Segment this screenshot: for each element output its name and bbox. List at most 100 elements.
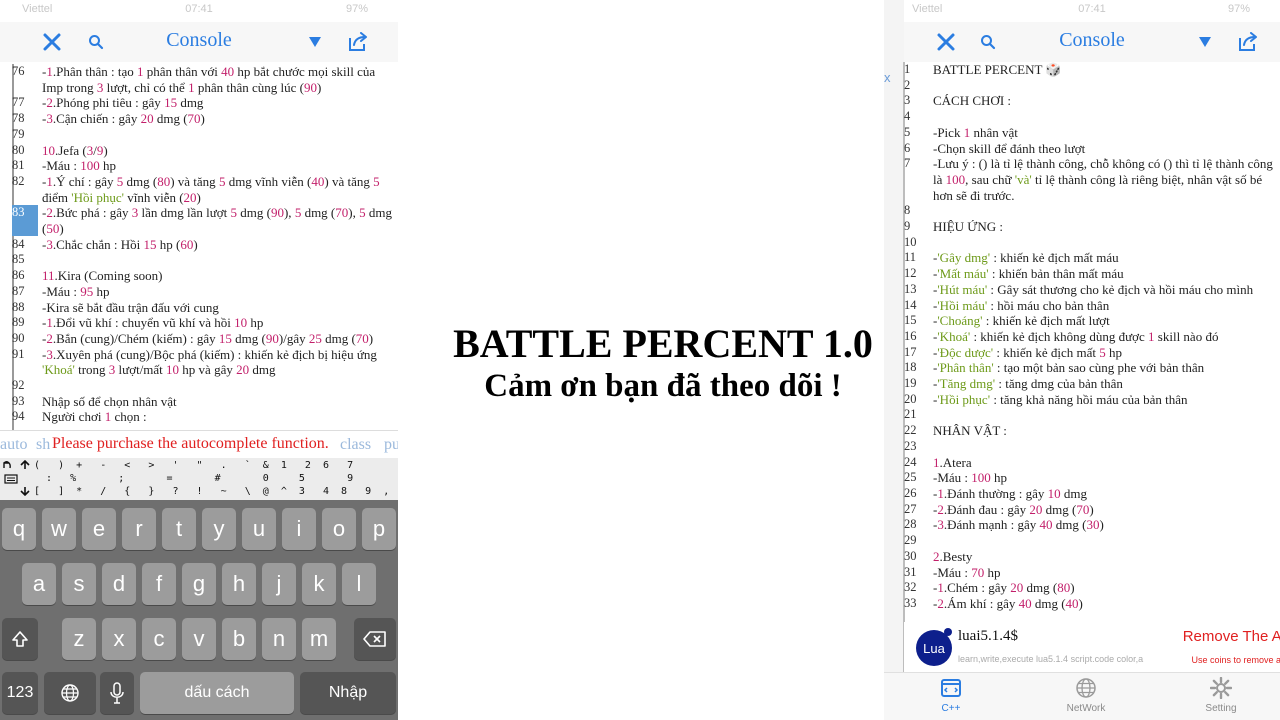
code-editor[interactable]: 76 -1.Phân thân : tạo 1 phân thân với 40 … bbox=[12, 64, 398, 430]
code-line[interactable]: 87 -Máu : 95 hp bbox=[12, 284, 398, 300]
symbol-row-3[interactable]: [ ] * / { } ? ! ~ \ @ ^ 3 4 8 9 , . bbox=[34, 486, 398, 497]
code-line[interactable]: 20 -'Hồi phục' : tăng khả năng hồi máu củ… bbox=[904, 392, 1280, 408]
search-button[interactable] bbox=[976, 28, 1000, 56]
key-d[interactable]: d bbox=[102, 563, 136, 605]
symbol-row-1[interactable]: ( ) + - < > ' " . ` & 1 2 6 7 bbox=[34, 460, 398, 471]
key-z[interactable]: z bbox=[62, 618, 96, 660]
code-line[interactable]: 85 bbox=[12, 252, 398, 268]
remove-ad-button[interactable]: Remove The Ad bbox=[1183, 628, 1280, 645]
code-line[interactable]: 2 bbox=[904, 78, 1280, 94]
code-line[interactable]: 11 -'Gây dmg' : khiến kẻ địch mất máu bbox=[904, 250, 1280, 266]
autocomplete-suggestion[interactable]: class bbox=[340, 436, 371, 454]
code-line[interactable]: 86 11.Kira (Coming soon) bbox=[12, 268, 398, 284]
code-line[interactable]: 84 -3.Chắc chắn : Hồi 15 hp (60) bbox=[12, 237, 398, 253]
side-close-button[interactable]: x bbox=[884, 70, 891, 85]
code-line[interactable]: 76 -1.Phân thân : tạo 1 phân thân với 40 … bbox=[12, 64, 398, 95]
arrow-down-icon[interactable] bbox=[20, 486, 30, 496]
share-button[interactable] bbox=[344, 28, 372, 56]
autocomplete-suggestion[interactable]: pu bbox=[384, 436, 398, 454]
code-line[interactable]: 6 -Chọn skill để đánh theo lượt bbox=[904, 141, 1280, 157]
code-line[interactable]: 81 -Máu : 100 hp bbox=[12, 158, 398, 174]
code-line[interactable]: 33 -2.Ám khí : gây 40 dmg (40) bbox=[904, 596, 1280, 612]
ad-banner[interactable]: Lua luai5.1.4$ learn,write,execute lua5.… bbox=[904, 622, 1280, 672]
backspace-key[interactable] bbox=[354, 618, 396, 660]
search-button[interactable] bbox=[84, 28, 108, 56]
close-button[interactable] bbox=[38, 28, 66, 56]
key-x[interactable]: x bbox=[102, 618, 136, 660]
code-line[interactable]: 91 -3.Xuyên phá (cung)/Bộc phá (kiếm) : k… bbox=[12, 347, 398, 378]
code-line[interactable]: 9 HIỆU ỨNG : bbox=[904, 219, 1280, 235]
microphone-key[interactable] bbox=[100, 672, 134, 714]
code-line[interactable]: 15 -'Choáng' : khiến kẻ địch mất lượt bbox=[904, 313, 1280, 329]
key-p[interactable]: p bbox=[362, 508, 396, 550]
key-o[interactable]: o bbox=[322, 508, 356, 550]
code-line[interactable]: 78 -3.Cận chiến : gây 20 dmg (70) bbox=[12, 111, 398, 127]
code-editor[interactable]: 1 BATTLE PERCENT 🎲 2 3 CÁCH CHƠI :4 5 -Pick … bbox=[904, 62, 1280, 622]
code-line[interactable]: 80 10.Jefa (3/9) bbox=[12, 143, 398, 159]
code-line[interactable]: 24 1.Atera bbox=[904, 455, 1280, 471]
close-button[interactable] bbox=[932, 28, 960, 56]
symbol-row-2[interactable]: : % ; = # 0 5 9 bbox=[34, 473, 398, 484]
code-line[interactable]: 79 bbox=[12, 127, 398, 143]
code-line[interactable]: 25 -Máu : 100 hp bbox=[904, 470, 1280, 486]
key-t[interactable]: t bbox=[162, 508, 196, 550]
code-line[interactable]: 3 CÁCH CHƠI : bbox=[904, 93, 1280, 109]
undo-icon[interactable] bbox=[2, 460, 12, 470]
symbol-keys-bar[interactable]: ( ) + - < > ' " . ` & 1 2 6 7 : % ; = # … bbox=[0, 458, 398, 500]
dropdown-button[interactable] bbox=[302, 28, 328, 56]
key-k[interactable]: k bbox=[302, 563, 336, 605]
code-line[interactable]: 94 Người chơi 1 chọn : bbox=[12, 409, 398, 425]
code-line[interactable]: 28 -3.Đánh mạnh : gây 40 dmg (30) bbox=[904, 517, 1280, 533]
code-line[interactable]: 88 -Kira sẽ bắt đầu trận đấu với cung bbox=[12, 300, 398, 316]
code-line[interactable]: 77 -2.Phóng phi tiêu : gây 15 dmg bbox=[12, 95, 398, 111]
return-key[interactable]: Nhập bbox=[300, 672, 396, 714]
keyboard-icon[interactable] bbox=[4, 474, 18, 484]
shift-key[interactable] bbox=[2, 618, 38, 660]
key-b[interactable]: b bbox=[222, 618, 256, 660]
code-line[interactable]: 4 bbox=[904, 109, 1280, 125]
code-line[interactable]: 1 BATTLE PERCENT 🎲 bbox=[904, 62, 1280, 78]
key-m[interactable]: m bbox=[302, 618, 336, 660]
tab-network[interactable]: NetWork bbox=[1036, 677, 1136, 714]
key-l[interactable]: l bbox=[342, 563, 376, 605]
space-key[interactable]: dấu cách bbox=[140, 672, 294, 714]
code-line[interactable]: 13 -'Hút máu' : Gây sát thương cho kẻ địc… bbox=[904, 282, 1280, 298]
key-y[interactable]: y bbox=[202, 508, 236, 550]
key-e[interactable]: e bbox=[82, 508, 116, 550]
key-v[interactable]: v bbox=[182, 618, 216, 660]
key-w[interactable]: w bbox=[42, 508, 76, 550]
key-n[interactable]: n bbox=[262, 618, 296, 660]
code-line[interactable]: 31 -Máu : 70 hp bbox=[904, 565, 1280, 581]
code-line[interactable]: 27 -2.Đánh đau : gây 20 dmg (70) bbox=[904, 502, 1280, 518]
code-line[interactable]: 12 -'Mất máu' : khiến bản thân mất máu bbox=[904, 266, 1280, 282]
globe-key[interactable] bbox=[44, 672, 96, 714]
tab-cpp[interactable]: C++ bbox=[901, 677, 1001, 714]
dropdown-button[interactable] bbox=[1192, 28, 1218, 56]
share-button[interactable] bbox=[1234, 28, 1262, 56]
code-line[interactable]: 89 -1.Đổi vũ khí : chuyển vũ khí và hồi 1… bbox=[12, 315, 398, 331]
code-line[interactable]: 90 -2.Bắn (cung)/Chém (kiếm) : gây 15 dmg… bbox=[12, 331, 398, 347]
code-line[interactable]: 82 -1.Ý chí : gây 5 dmg (80) và tăng 5 dm… bbox=[12, 174, 398, 205]
key-a[interactable]: a bbox=[22, 563, 56, 605]
code-line[interactable]: 14 -'Hồi máu' : hồi máu cho bản thân bbox=[904, 298, 1280, 314]
code-line[interactable]: 5 -Pick 1 nhân vật bbox=[904, 125, 1280, 141]
code-line[interactable]: 29 bbox=[904, 533, 1280, 549]
key-q[interactable]: q bbox=[2, 508, 36, 550]
code-line[interactable]: 23 bbox=[904, 439, 1280, 455]
key-s[interactable]: s bbox=[62, 563, 96, 605]
key-r[interactable]: r bbox=[122, 508, 156, 550]
code-line[interactable]: 30 2.Besty bbox=[904, 549, 1280, 565]
code-line[interactable]: 32 -1.Chém : gây 20 dmg (80) bbox=[904, 580, 1280, 596]
code-line[interactable]: 92 bbox=[12, 378, 398, 394]
key-i[interactable]: i bbox=[282, 508, 316, 550]
code-line[interactable]: 7 -Lưu ý : () là tỉ lệ thành công, chỗ kh… bbox=[904, 156, 1280, 203]
code-line[interactable]: 18 -'Phân thân' : tạo một bản sao cùng ph… bbox=[904, 360, 1280, 376]
code-line[interactable]: 93 Nhập số để chọn nhân vật bbox=[12, 394, 398, 410]
code-line[interactable]: 10 bbox=[904, 235, 1280, 251]
key-g[interactable]: g bbox=[182, 563, 216, 605]
code-line[interactable]: 26 -1.Đánh thường : gây 10 dmg bbox=[904, 486, 1280, 502]
autocomplete-suggestion[interactable]: sh bbox=[36, 436, 50, 454]
code-line[interactable]: 17 -'Độc dược' : khiến kẻ địch mất 5 hp bbox=[904, 345, 1280, 361]
autocomplete-suggestion[interactable]: auto bbox=[0, 436, 28, 454]
code-line[interactable]: 8 bbox=[904, 203, 1280, 219]
